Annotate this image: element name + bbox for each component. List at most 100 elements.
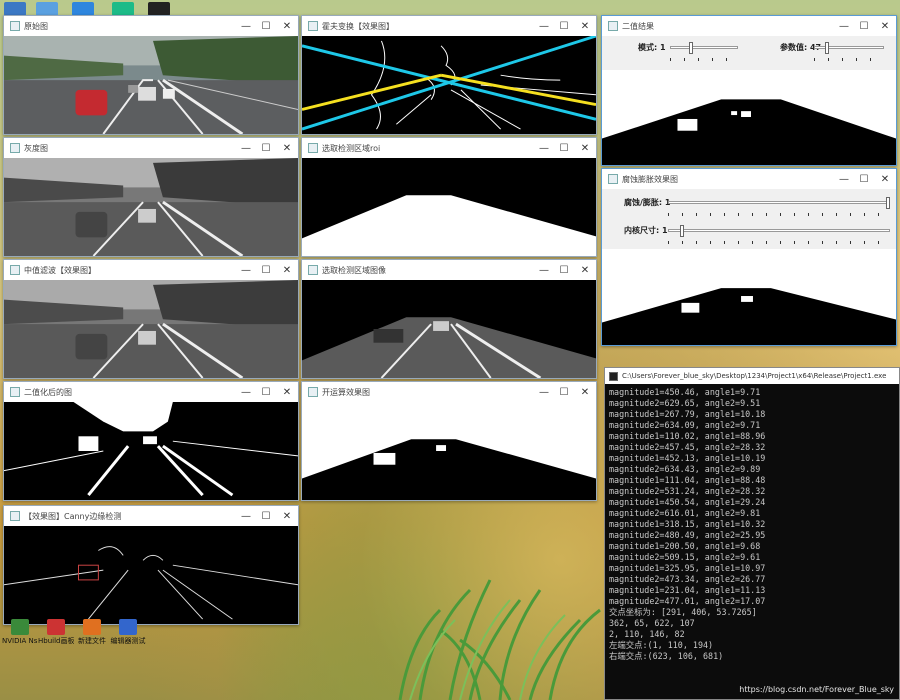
- close-button[interactable]: ✕: [276, 16, 298, 36]
- window-threshold[interactable]: 二值结果 — ☐ ✕ 模式: 1 参数值: 47: [601, 15, 897, 166]
- road-image-gray: [4, 158, 298, 256]
- close-button[interactable]: ✕: [574, 260, 596, 280]
- titlebar[interactable]: 腐蚀膨胀效果图 — ☐ ✕: [602, 169, 896, 189]
- road-image-original: [4, 36, 298, 134]
- minimize-button[interactable]: —: [236, 506, 256, 526]
- minimize-button[interactable]: —: [534, 260, 554, 280]
- window-opening[interactable]: 开运算效果图 — ☐ ✕: [301, 381, 597, 501]
- app-icon[interactable]: [4, 2, 26, 16]
- console-line: 左端交点:(1, 110, 194): [609, 640, 714, 650]
- console-window[interactable]: C:\Users\Forever_blue_sky\Desktop\1234\P…: [604, 367, 900, 700]
- minimize-button[interactable]: —: [534, 138, 554, 158]
- window-original[interactable]: 原始图 — ☐ ✕: [3, 15, 299, 135]
- desktop-icon-label: 编辑器测试: [110, 637, 146, 645]
- close-button[interactable]: ✕: [874, 16, 896, 36]
- minimize-button[interactable]: —: [236, 260, 256, 280]
- console-line: magnitude2=629.65, angle2=9.51: [609, 398, 761, 408]
- window-title: 腐蚀膨胀效果图: [622, 174, 678, 184]
- titlebar[interactable]: 开运算效果图 — ☐ ✕: [302, 382, 596, 402]
- minimize-button[interactable]: —: [236, 138, 256, 158]
- window-binary[interactable]: 二值化后的图 — ☐ ✕: [3, 381, 299, 501]
- minimize-button[interactable]: —: [834, 16, 854, 36]
- desktop-icon[interactable]: NVIDIA Nsight...: [2, 619, 38, 645]
- console-line: 交点坐标为: [291, 406, 53.7265]: [609, 607, 757, 617]
- window-icon: [10, 387, 20, 397]
- trackbar-panel: 腐蚀/膨胀: 1 内核尺寸: 1: [602, 189, 896, 249]
- window-title: 灰度图: [24, 143, 48, 153]
- window-icon: [10, 143, 20, 153]
- maximize-button[interactable]: ☐: [854, 16, 874, 36]
- close-button[interactable]: ✕: [574, 138, 596, 158]
- window-gray[interactable]: 灰度图 — ☐ ✕: [3, 137, 299, 257]
- console-line: magnitude1=111.04, angle1=88.48: [609, 475, 766, 485]
- close-button[interactable]: ✕: [874, 169, 896, 189]
- mode-trackbar-thumb[interactable]: [689, 42, 693, 54]
- desktop-icon[interactable]: 编辑器测试: [110, 619, 146, 645]
- window-icon: [608, 174, 618, 184]
- titlebar[interactable]: 原始图 — ☐ ✕: [4, 16, 298, 36]
- titlebar[interactable]: 霍夫变换【效果图】 — ☐ ✕: [302, 16, 596, 36]
- close-button[interactable]: ✕: [276, 260, 298, 280]
- maximize-button[interactable]: ☐: [554, 382, 574, 402]
- kernel-trackbar[interactable]: [668, 229, 890, 232]
- close-button[interactable]: ✕: [574, 382, 596, 402]
- shortcut-icon: [11, 619, 29, 635]
- window-roi-image[interactable]: 选取检测区域图像 — ☐ ✕: [301, 259, 597, 379]
- window-hough[interactable]: 霍夫变换【效果图】 — ☐ ✕: [301, 15, 597, 135]
- app-icon[interactable]: [148, 2, 170, 16]
- window-title: 选取检测区域roi: [322, 143, 381, 153]
- titlebar[interactable]: 【效果图】Canny边缘检测 — ☐ ✕: [4, 506, 298, 526]
- titlebar[interactable]: 选取检测区域图像 — ☐ ✕: [302, 260, 596, 280]
- window-icon: [10, 511, 20, 521]
- roi-road-image: [302, 280, 596, 378]
- window-canny[interactable]: 【效果图】Canny边缘检测 — ☐ ✕: [3, 505, 299, 625]
- maximize-button[interactable]: ☐: [256, 506, 276, 526]
- minimize-button[interactable]: —: [236, 382, 256, 402]
- canny-edges-image: [4, 526, 298, 624]
- maximize-button[interactable]: ☐: [554, 260, 574, 280]
- minimize-button[interactable]: —: [834, 169, 854, 189]
- kernel-trackbar-thumb[interactable]: [680, 225, 684, 237]
- close-button[interactable]: ✕: [276, 138, 298, 158]
- minimize-button[interactable]: —: [534, 16, 554, 36]
- close-button[interactable]: ✕: [276, 382, 298, 402]
- window-icon: [308, 143, 318, 153]
- titlebar[interactable]: 中值滤波【效果图】 — ☐ ✕: [4, 260, 298, 280]
- minimize-button[interactable]: —: [236, 16, 256, 36]
- console-line: magnitude1=450.46, angle1=9.71: [609, 387, 761, 397]
- titlebar[interactable]: 选取检测区域roi — ☐ ✕: [302, 138, 596, 158]
- app-icon[interactable]: [112, 2, 134, 16]
- mode-trackbar-label: 模式: 1: [638, 43, 666, 52]
- app-icon[interactable]: [36, 2, 58, 16]
- close-button[interactable]: ✕: [276, 506, 298, 526]
- close-button[interactable]: ✕: [574, 16, 596, 36]
- maximize-button[interactable]: ☐: [854, 169, 874, 189]
- maximize-button[interactable]: ☐: [256, 138, 276, 158]
- titlebar[interactable]: 二值结果 — ☐ ✕: [602, 16, 896, 36]
- trackbar-panel: 模式: 1 参数值: 47: [602, 36, 896, 70]
- maximize-button[interactable]: ☐: [554, 138, 574, 158]
- maximize-button[interactable]: ☐: [256, 260, 276, 280]
- erode-trackbar[interactable]: [668, 201, 890, 204]
- maximize-button[interactable]: ☐: [554, 16, 574, 36]
- window-title: 中值滤波【效果图】: [24, 265, 96, 275]
- console-titlebar[interactable]: C:\Users\Forever_blue_sky\Desktop\1234\P…: [605, 368, 899, 384]
- app-icon[interactable]: [72, 2, 94, 16]
- window-roi-mask[interactable]: 选取检测区域roi — ☐ ✕: [301, 137, 597, 257]
- titlebar[interactable]: 灰度图 — ☐ ✕: [4, 138, 298, 158]
- desktop-icon[interactable]: Hbuild画板: [38, 619, 74, 645]
- minimize-button[interactable]: —: [534, 382, 554, 402]
- hough-lines-image: [302, 36, 596, 134]
- titlebar[interactable]: 二值化后的图 — ☐ ✕: [4, 382, 298, 402]
- desktop-icon[interactable]: 新建文件: [74, 619, 110, 645]
- param-trackbar-thumb[interactable]: [825, 42, 829, 54]
- window-icon: [308, 387, 318, 397]
- mode-trackbar[interactable]: [670, 46, 738, 49]
- erode-trackbar-thumb[interactable]: [886, 197, 890, 209]
- maximize-button[interactable]: ☐: [256, 16, 276, 36]
- morph-image: [602, 249, 896, 345]
- window-morph[interactable]: 腐蚀膨胀效果图 — ☐ ✕ 腐蚀/膨胀: 1 内核尺寸: 1: [601, 168, 897, 346]
- window-median[interactable]: 中值滤波【效果图】 — ☐ ✕: [3, 259, 299, 379]
- window-icon: [10, 265, 20, 275]
- maximize-button[interactable]: ☐: [256, 382, 276, 402]
